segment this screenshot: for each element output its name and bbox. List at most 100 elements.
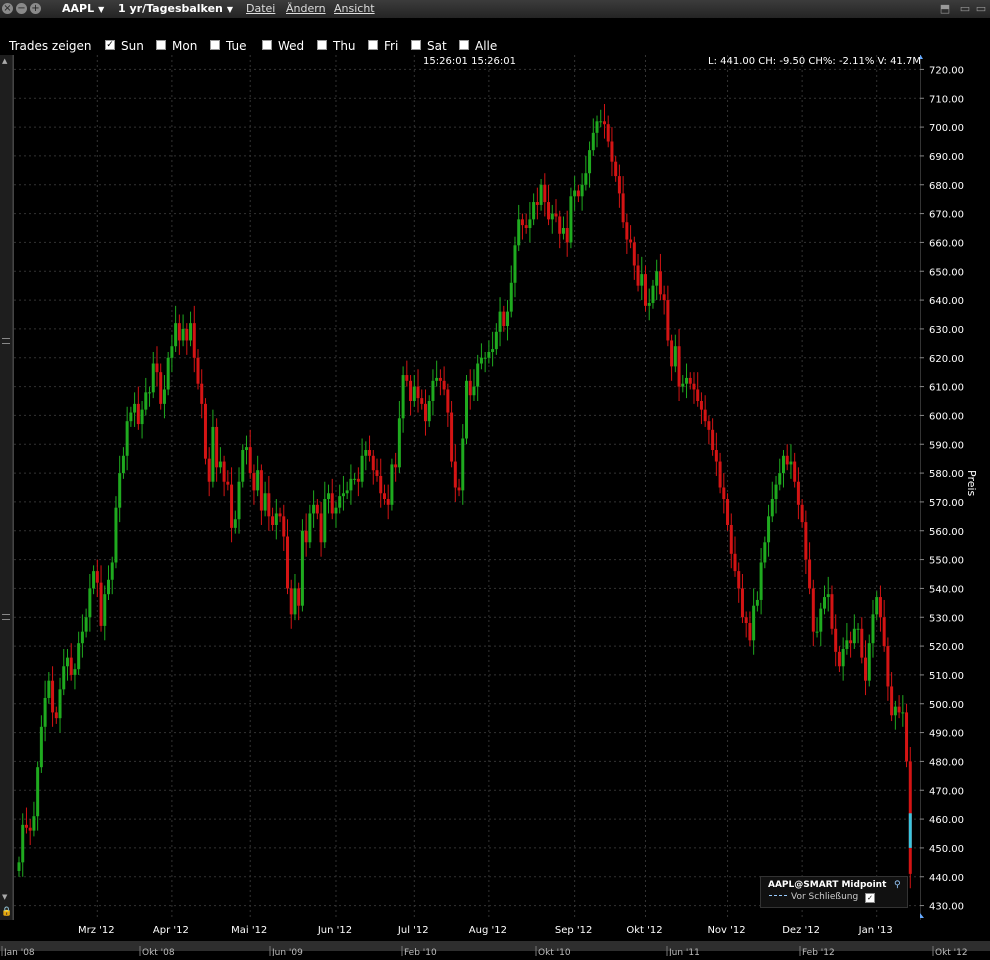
time-tick-label: Okt '12 — [626, 925, 662, 936]
maximize-window-icon[interactable]: + — [30, 3, 41, 14]
candle-body — [248, 447, 252, 474]
checkbox-thu[interactable] — [317, 40, 327, 50]
legend-checkbox[interactable]: ✓ — [865, 893, 875, 903]
checkbox-tue[interactable] — [210, 40, 220, 50]
candle-body — [435, 377, 439, 381]
trades-label: Trades zeigen — [9, 39, 92, 53]
candle-body — [129, 412, 133, 422]
candle-body — [62, 666, 66, 690]
nav-tick-label: Feb '12 — [802, 948, 835, 956]
axis-tick-label: 510.00 — [929, 671, 964, 682]
candle-body — [375, 470, 379, 476]
candle-body — [479, 357, 483, 364]
candle-body — [804, 522, 808, 560]
checkbox-sun[interactable]: ✓ — [105, 40, 115, 50]
symbol-dropdown[interactable]: AAPL ▼ — [58, 0, 112, 18]
candle-body — [241, 450, 245, 482]
scroll-handle-lower[interactable] — [2, 614, 10, 620]
candle-body — [554, 213, 558, 217]
candle-body — [379, 475, 383, 494]
candle-body — [51, 680, 55, 713]
legend-subtitle: Vor Schließung — [791, 892, 859, 902]
candle-body — [136, 403, 140, 425]
axis-tick-label: 630.00 — [929, 325, 964, 336]
candle-body — [905, 712, 909, 762]
candle-body — [744, 617, 748, 624]
candle-body — [871, 614, 875, 644]
candle-body — [543, 184, 547, 203]
period-dropdown[interactable]: 1 yr/Tagesbalken ▼ — [114, 0, 234, 18]
axis-tick-label: 480.00 — [929, 757, 964, 768]
candle-body — [852, 628, 856, 644]
checkbox-alle[interactable] — [459, 40, 469, 50]
candle-body — [166, 357, 170, 390]
left-scrollbar[interactable]: ▲ ▼ 🔒 — [0, 55, 13, 920]
candle-body — [491, 349, 495, 352]
candle-body — [808, 559, 812, 589]
candle-body — [535, 202, 539, 205]
candle-body — [47, 680, 51, 698]
candle-body — [155, 363, 159, 373]
lock-icon[interactable]: 🔒 — [1, 907, 12, 917]
time-tick-label: Nov '12 — [707, 925, 745, 936]
candle-body — [651, 285, 655, 303]
candle-body — [207, 458, 211, 482]
candle-body — [177, 323, 181, 341]
candle-body — [681, 383, 685, 387]
axis-tick-label: 490.00 — [929, 729, 964, 740]
candle-body — [230, 484, 234, 528]
candle-body — [215, 426, 219, 468]
candle-body — [17, 862, 21, 871]
candle-body — [107, 579, 110, 595]
window-close-icon[interactable]: ▭ — [974, 2, 988, 16]
candle-body — [890, 686, 894, 716]
candle-body — [640, 274, 644, 286]
checkbox-label-sat: Sat — [427, 39, 447, 53]
candle-body — [259, 470, 263, 511]
menu-ansicht[interactable]: Ansicht — [334, 0, 375, 18]
price-chart[interactable]: 15:26:01 15:26:01 L: 441.00 CH: -9.50 CH… — [13, 55, 921, 920]
legend-link-icon[interactable]: ⚲ — [894, 880, 901, 890]
checkbox-sat[interactable] — [411, 40, 421, 50]
checkbox-wed[interactable] — [262, 40, 272, 50]
window-restore-icon[interactable]: ▭ — [958, 2, 972, 16]
checkbox-mon[interactable] — [156, 40, 166, 50]
close-window-icon[interactable]: × — [2, 3, 13, 14]
menu-datei[interactable]: Datei — [246, 0, 275, 18]
candle-body — [450, 412, 454, 462]
candle-body — [666, 300, 670, 341]
axis-tick-label: 680.00 — [929, 181, 964, 192]
checkbox-fri[interactable] — [368, 40, 378, 50]
price-axis[interactable]: 720.00 710.00 700.00 690.00 680.00 670.00 660.… — [916, 54, 990, 920]
candle-body — [856, 628, 860, 630]
axis-tick-label: 590.00 — [929, 440, 964, 451]
candle-body — [823, 597, 826, 609]
axis-bottom-marker — [916, 913, 924, 918]
scroll-down-icon[interactable]: ▼ — [2, 893, 7, 901]
candle-body — [547, 202, 551, 220]
scroll-up-icon[interactable]: ▲ — [2, 57, 7, 65]
candle-body — [409, 380, 413, 401]
candle-body — [629, 239, 633, 243]
candle-body — [819, 608, 823, 632]
candle-body — [517, 219, 521, 246]
nav-tick-label: Jun '09 — [271, 948, 303, 956]
minimize-window-icon[interactable]: − — [16, 3, 27, 14]
candle-body — [636, 265, 640, 286]
axis-tick-label: 530.00 — [929, 613, 964, 624]
scroll-handle-upper[interactable] — [2, 338, 10, 344]
candle-body — [487, 351, 491, 358]
axis-tick-label: 580.00 — [929, 469, 964, 480]
candle-body — [77, 643, 81, 670]
detach-icon[interactable]: ⬒ — [938, 2, 952, 16]
navigator-strip[interactable]: Jan '08 Okt '08 Jun '09 Feb '10 Okt '10 Jun '… — [0, 941, 990, 958]
candle-body — [92, 571, 96, 589]
candle-body — [759, 562, 763, 600]
candle-body — [893, 706, 897, 716]
candle-body — [274, 513, 278, 525]
candle-body — [506, 311, 510, 327]
candle-body — [789, 461, 793, 465]
candle-body — [494, 331, 498, 350]
menu-aendern[interactable]: Ändern — [286, 0, 326, 18]
time-tick-label: Apr '12 — [153, 925, 189, 936]
